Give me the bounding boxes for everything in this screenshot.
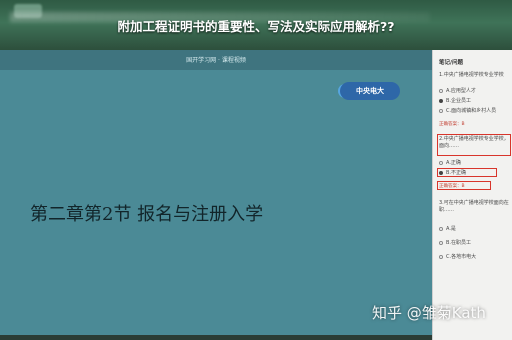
zhihu-watermark: 知乎 @雏菊Kath	[372, 304, 486, 322]
radio-selected-icon	[439, 171, 443, 175]
slide-topbar-text: 国开学习网 · 课程视频	[186, 57, 246, 64]
option-label: A.应用型人才	[446, 88, 476, 94]
question-3-option-c[interactable]: C.各地市电大	[439, 254, 509, 260]
slide-topbar: 国开学习网 · 课程视频	[0, 50, 432, 70]
radio-icon	[439, 109, 443, 113]
question-2-option-b[interactable]: B.不正确	[439, 170, 509, 176]
option-label: A.是	[446, 226, 456, 232]
question-3-option-a[interactable]: A.是	[439, 226, 509, 232]
chapter-title: 第二章第2节 报名与注册入学	[30, 204, 264, 225]
question-3: 3.可在中央广播电视学校面向在职……	[439, 200, 509, 213]
option-label: B.在职员工	[446, 240, 472, 246]
course-player: 国开学习网 · 课程视频 中央电大 第二章第2节 报名与注册入学 笔记/问题 1…	[0, 50, 512, 340]
quiz-panel: 笔记/问题 1.中央广播电视学校专业学校 A.应用型人才 B.企业员工 C.面向…	[432, 50, 512, 340]
university-logo: 中央电大	[340, 82, 400, 100]
lecture-slide[interactable]: 国开学习网 · 课程视频 中央电大 第二章第2节 报名与注册入学	[0, 50, 432, 335]
option-label: A.正确	[446, 160, 461, 166]
radio-icon	[439, 255, 443, 259]
radio-icon	[439, 161, 443, 165]
question-1: 1.中央广播电视学校专业学校	[439, 72, 504, 78]
option-label: C.面向城镇和乡村人员	[446, 108, 497, 114]
quiz-panel-title: 笔记/问题	[439, 60, 464, 66]
headline-caption: 附加工程证明书的重要性、写法及实际应用解析??	[117, 19, 395, 34]
radio-icon	[439, 241, 443, 245]
question-1-answer: 正确答案：B	[439, 122, 465, 127]
question-3-option-b[interactable]: B.在职员工	[439, 240, 509, 246]
question-1-option-b[interactable]: B.企业员工	[439, 98, 509, 104]
option-label: B.不正确	[446, 170, 467, 176]
question-2: 2.中央广播电视学校专业学校，面向……	[439, 136, 509, 149]
question-2-option-a[interactable]: A.正确	[439, 160, 509, 166]
option-label: C.各地市电大	[446, 254, 477, 260]
question-1-option-c[interactable]: C.面向城镇和乡村人员	[439, 108, 509, 114]
radio-selected-icon	[439, 99, 443, 103]
radio-icon	[439, 89, 443, 93]
option-label: B.企业员工	[446, 98, 472, 104]
question-2-answer: 正确答案：B	[439, 184, 465, 189]
question-1-option-a[interactable]: A.应用型人才	[439, 88, 509, 94]
radio-icon	[439, 227, 443, 231]
